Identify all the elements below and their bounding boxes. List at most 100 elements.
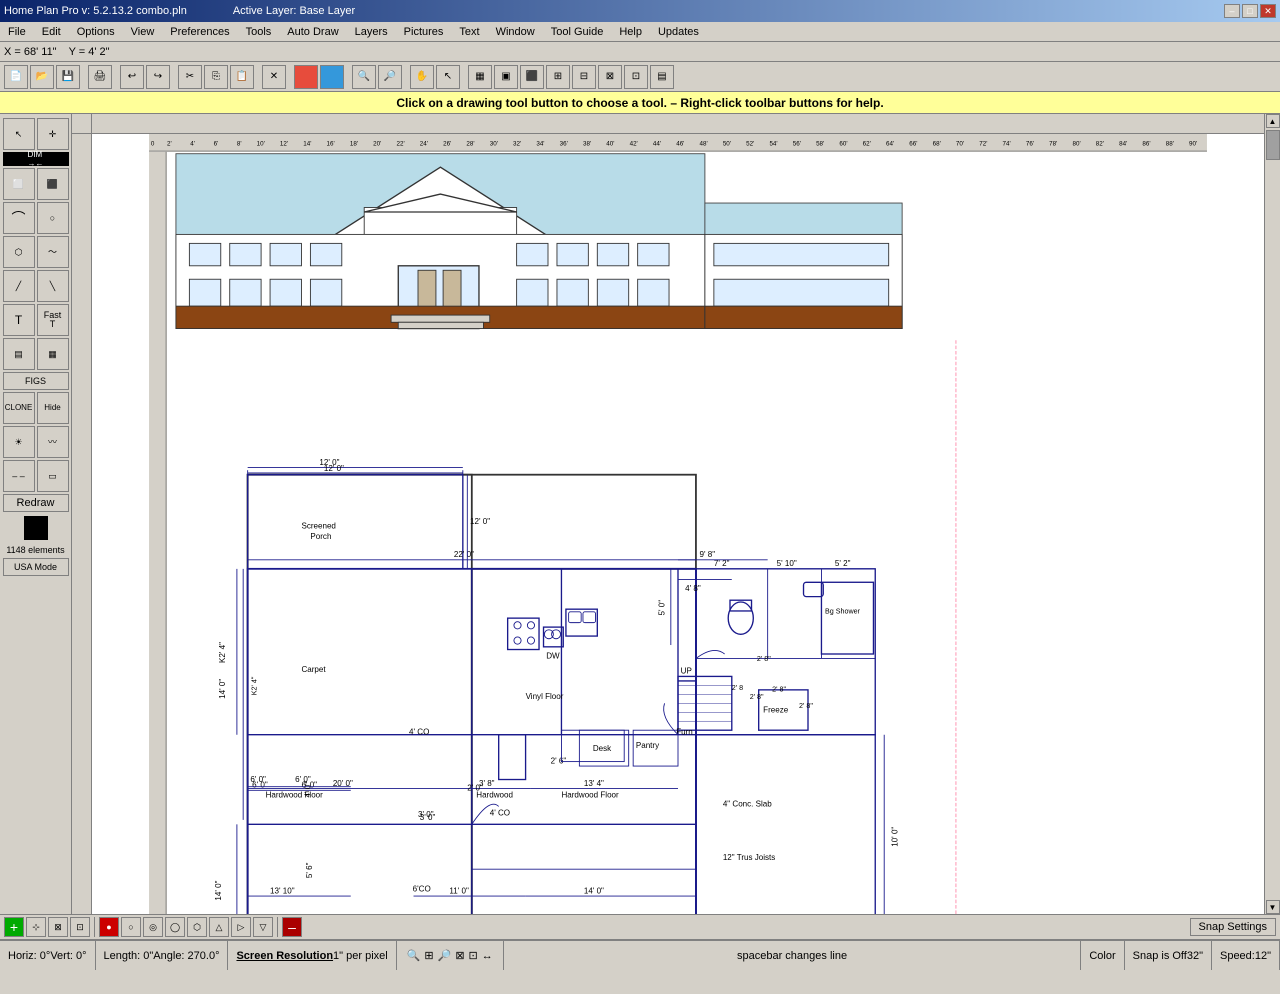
zoom-next-icon[interactable]: ⊡: [469, 949, 478, 962]
menu-edit[interactable]: Edit: [34, 24, 69, 40]
zoom-arrow-icon[interactable]: ↔: [482, 950, 493, 962]
tb-b8[interactable]: ▤: [650, 65, 674, 89]
scroll-up-button[interactable]: ▲: [1266, 114, 1280, 128]
tb-zoom-out[interactable]: 🔎: [378, 65, 402, 89]
tb-b5[interactable]: ⊟: [572, 65, 596, 89]
tool-sun[interactable]: ☀: [3, 426, 35, 458]
tool-circle[interactable]: ○: [37, 202, 69, 234]
tool-poly[interactable]: ⬡: [3, 236, 35, 268]
snap-btn-7[interactable]: ◎: [143, 917, 163, 937]
tool-hatch[interactable]: ▤: [3, 338, 35, 370]
scroll-down-button[interactable]: ▼: [1266, 900, 1280, 914]
menu-view[interactable]: View: [123, 24, 163, 40]
tb-redo[interactable]: ↪: [146, 65, 170, 89]
tool-line[interactable]: ╱: [3, 270, 35, 302]
tool-arc[interactable]: ⌒: [3, 202, 35, 234]
status-color[interactable]: Color: [1081, 941, 1124, 970]
snap-btn-9[interactable]: ⬡: [187, 917, 207, 937]
tb-paste[interactable]: 📋: [230, 65, 254, 89]
tool-clone[interactable]: CLONE: [3, 392, 35, 424]
right-scrollbar[interactable]: ▲ ▼: [1264, 114, 1280, 914]
menu-updates[interactable]: Updates: [650, 24, 707, 40]
svg-text:70': 70': [956, 141, 964, 148]
tb-select[interactable]: ↖: [436, 65, 460, 89]
menu-autodraw[interactable]: Auto Draw: [279, 24, 346, 40]
usa-mode[interactable]: USA Mode: [3, 558, 69, 576]
tool-crosshair[interactable]: ✛: [37, 118, 69, 150]
tb-b3[interactable]: ⬛: [520, 65, 544, 89]
zoom-out-icon[interactable]: 🔎: [438, 949, 452, 962]
drawing-canvas[interactable]: 0 2' 4' 6' 8' 10' 12' 14' 16' 18' 20' 22…: [92, 134, 1264, 914]
tb-copy[interactable]: ⎘: [204, 65, 228, 89]
tool-pattern[interactable]: ▦: [37, 338, 69, 370]
menu-window[interactable]: Window: [488, 24, 543, 40]
tb-open[interactable]: 📂: [30, 65, 54, 89]
minimize-button[interactable]: –: [1224, 4, 1240, 18]
scroll-thumb[interactable]: [1266, 130, 1280, 160]
menu-help[interactable]: Help: [611, 24, 650, 40]
snap-btn-8[interactable]: ◯: [165, 917, 185, 937]
zoom-prev-icon[interactable]: ⊠: [455, 949, 464, 962]
maximize-button[interactable]: □: [1242, 4, 1258, 18]
tool-curve[interactable]: 〜: [37, 236, 69, 268]
snap-btn-3[interactable]: ⊠: [48, 917, 68, 937]
snap-btn-6[interactable]: ○: [121, 917, 141, 937]
tb-save[interactable]: 💾: [56, 65, 80, 89]
tb-undo[interactable]: ↩: [120, 65, 144, 89]
snap-btn-10[interactable]: △: [209, 917, 229, 937]
zoom-fit-icon[interactable]: ⊞: [424, 949, 433, 962]
tool-dash[interactable]: – –: [3, 460, 35, 492]
tool-rect[interactable]: ⬜: [3, 168, 35, 200]
svg-text:11' 0": 11' 0": [449, 886, 469, 895]
tool-rect-fill[interactable]: ⬛: [37, 168, 69, 200]
snap-btn-4[interactable]: ⊡: [70, 917, 90, 937]
redraw-btn[interactable]: Redraw: [3, 494, 69, 512]
tb-b4[interactable]: ⊞: [546, 65, 570, 89]
tool-text-fast[interactable]: FastT: [37, 304, 69, 336]
snap-settings-button[interactable]: Snap Settings: [1190, 918, 1277, 936]
tool-box[interactable]: ▭: [37, 460, 69, 492]
canvas-area[interactable]: 0 2' 4' 6' 8' 10' 12' 14' 16' 18' 20' 22…: [72, 114, 1264, 914]
tb-b2[interactable]: ▣: [494, 65, 518, 89]
tb-pan[interactable]: ✋: [410, 65, 434, 89]
tool-figs[interactable]: FIGS: [3, 372, 69, 390]
tool-wave[interactable]: 〰: [37, 426, 69, 458]
tb-b1[interactable]: ▦: [468, 65, 492, 89]
svg-text:14' 0": 14' 0": [218, 679, 227, 699]
snap-plus-button[interactable]: +: [4, 917, 24, 937]
menu-toolguide[interactable]: Tool Guide: [543, 24, 612, 40]
menu-file[interactable]: File: [0, 24, 34, 40]
snap-btn-5[interactable]: ●: [99, 917, 119, 937]
close-button[interactable]: ✕: [1260, 4, 1276, 18]
color-swatch[interactable]: [24, 516, 48, 540]
menu-text[interactable]: Text: [451, 24, 487, 40]
tb-zoom-in[interactable]: 🔍: [352, 65, 376, 89]
tb-print[interactable]: 🖨: [88, 65, 112, 89]
tool-dline[interactable]: ╲: [37, 270, 69, 302]
tb-b6[interactable]: ⊠: [598, 65, 622, 89]
tb-delete[interactable]: ✕: [262, 65, 286, 89]
tool-hide[interactable]: Hide: [37, 392, 69, 424]
tb-new[interactable]: 📄: [4, 65, 28, 89]
snap-btn-2[interactable]: ⊹: [26, 917, 46, 937]
menu-options[interactable]: Options: [69, 24, 123, 40]
tb-color1[interactable]: [294, 65, 318, 89]
menu-pictures[interactable]: Pictures: [396, 24, 452, 40]
snap-btn-12[interactable]: ▽: [253, 917, 273, 937]
menu-layers[interactable]: Layers: [347, 24, 396, 40]
color-label[interactable]: Color: [1089, 950, 1115, 962]
tb-b7[interactable]: ⊡: [624, 65, 648, 89]
tool-text[interactable]: T: [3, 304, 35, 336]
tb-color2[interactable]: [320, 65, 344, 89]
svg-text:Furn: Furn: [676, 728, 693, 737]
snap-btn-minus[interactable]: –: [282, 917, 302, 937]
tb-cut[interactable]: ✂: [178, 65, 202, 89]
svg-text:13' 10": 13' 10": [270, 886, 295, 895]
zoom-in-icon[interactable]: 🔍: [407, 949, 421, 962]
menu-tools[interactable]: Tools: [238, 24, 280, 40]
snap-btn-11[interactable]: ▷: [231, 917, 251, 937]
svg-text:56': 56': [793, 141, 801, 148]
tool-pointer[interactable]: ↖: [3, 118, 35, 150]
menu-preferences[interactable]: Preferences: [162, 24, 237, 40]
scroll-track[interactable]: [1266, 128, 1280, 900]
